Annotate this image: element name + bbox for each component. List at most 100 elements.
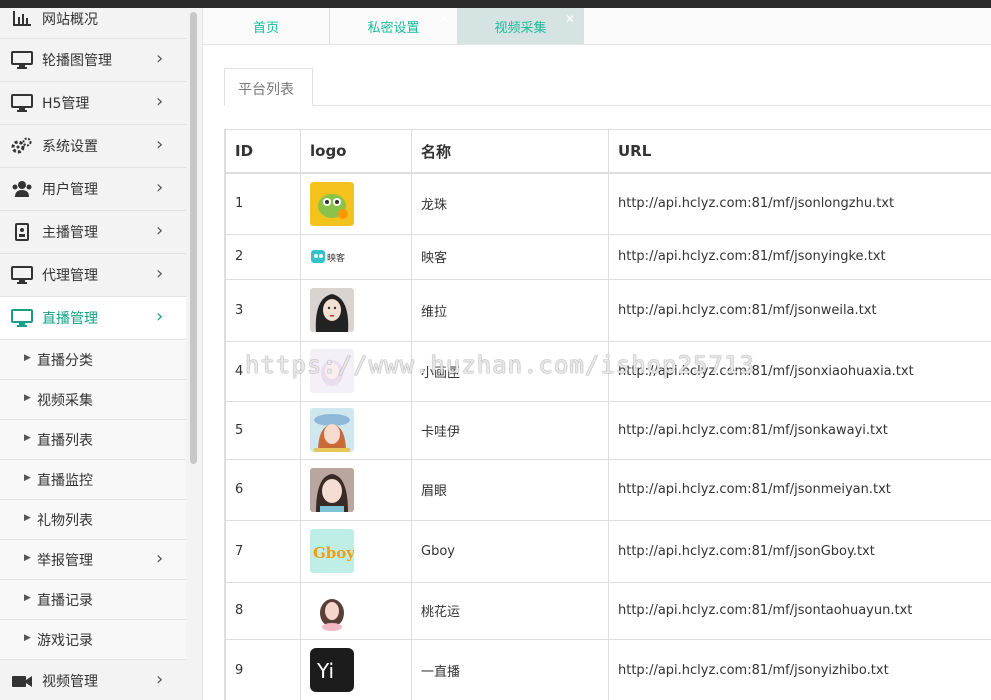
sidebar-item-5[interactable]: 主播管理 › (0, 211, 186, 254)
cell-id: 4 (225, 340, 301, 402)
cell-name: 桃花运 (411, 581, 609, 640)
cell-url: http://api.hclyz.com:81/mf/jsonGboy.txt (608, 519, 991, 583)
platform-table-container: ID logo 名称 URL 1 龙珠 http://api.hclyz.com:8… (224, 129, 991, 700)
sidebar-item-4[interactable]: 用户管理 › (0, 168, 186, 211)
cell-logo: Yi (300, 638, 412, 700)
tab-bar: 首页 私密设置 ✕ 视频采集 ✕ (203, 8, 991, 45)
cell-url: http://api.hclyz.com:81/mf/jsonlongzhu.t… (608, 172, 991, 235)
table-row: 3 维拉 http://api.hclyz.com:81/mf/jsonweila.… (225, 278, 991, 342)
caret-right-icon: ▶ (24, 593, 31, 603)
platform-logo-image (310, 288, 411, 332)
platform-logo-image (310, 181, 411, 226)
platform-logo-image (310, 408, 411, 452)
cell-id: 5 (225, 400, 301, 460)
sidebar-scrollbar[interactable] (186, 8, 203, 700)
chevron-right-icon: › (156, 177, 164, 198)
close-tab-icon[interactable]: ✕ (439, 12, 449, 26)
sidebar-subitem-7[interactable]: ▶ 游戏记录 (0, 620, 186, 660)
tab-label: 私密设置 (367, 21, 420, 36)
scrollbar-thumb[interactable] (190, 12, 197, 464)
users-icon (11, 180, 33, 198)
table-row: 7 Gboy Gboy http://api.hclyz.com:81/mf/json… (225, 519, 991, 583)
monitor-icon (11, 309, 33, 327)
sidebar-item-label: 直播管理 (42, 311, 98, 327)
caret-right-icon: ▶ (24, 473, 31, 483)
platform-logo-image: 映客 (310, 234, 411, 279)
chevron-right-icon: › (156, 263, 164, 284)
monitor-icon (11, 266, 33, 284)
cell-logo (300, 340, 412, 402)
sidebar-subitem-label: 直播分类 (37, 353, 93, 369)
tab-2[interactable]: 视频采集 ✕ (458, 8, 584, 44)
monitor-icon (11, 51, 33, 69)
sidebar-subitem-3[interactable]: ▶ 直播监控 (0, 460, 186, 500)
close-tab-icon[interactable]: ✕ (565, 12, 575, 26)
tab-label: 首页 (252, 21, 279, 36)
tab-1[interactable]: 私密设置 ✕ (330, 8, 458, 44)
table-row: 9 Yi 一直播 http://api.hclyz.com:81/mf/jsonyiz… (225, 638, 991, 700)
sidebar-subitem-0[interactable]: ▶ 直播分类 (0, 340, 186, 380)
cell-url: http://api.hclyz.com:81/mf/jsonweila.txt (608, 278, 991, 342)
platform-table: ID logo 名称 URL 1 龙珠 http://api.hclyz.com:8… (225, 129, 991, 700)
sidebar-subitem-2[interactable]: ▶ 直播列表 (0, 420, 186, 460)
sidebar-subitem-label: 直播记录 (37, 593, 93, 609)
sidebar-item-1[interactable]: 轮播图管理 › (0, 39, 186, 82)
cell-url: http://api.hclyz.com:81/mf/jsonyizhibo.t… (608, 638, 991, 700)
sidebar-subitem-5[interactable]: ▶ 举报管理 › (0, 540, 186, 580)
cell-url: http://api.hclyz.com:81/mf/jsonxiaohuaxi… (608, 340, 991, 402)
cell-name: 眉眼 (411, 458, 609, 521)
caret-right-icon: ▶ (24, 353, 31, 363)
sidebar-item-label: 系统设置 (42, 139, 98, 155)
cell-url: http://api.hclyz.com:81/mf/jsonmeiyan.tx… (608, 458, 991, 521)
chevron-right-icon: › (156, 669, 164, 690)
sidebar-item-label: H5管理 (42, 96, 90, 112)
cell-url: http://api.hclyz.com:81/mf/jsontaohuayun… (608, 581, 991, 640)
column-header-id: ID (225, 129, 301, 174)
cell-logo (300, 458, 412, 521)
cell-name: 维拉 (411, 278, 609, 342)
tab-platform-list[interactable]: 平台列表 (224, 68, 313, 106)
caret-right-icon: ▶ (24, 393, 31, 403)
table-row: 1 龙珠 http://api.hclyz.com:81/mf/jsonlongzh… (225, 172, 991, 235)
cell-name: Gboy (411, 519, 609, 583)
cell-logo: Gboy (300, 519, 412, 583)
cell-id: 2 (225, 233, 301, 280)
sidebar-subitem-4[interactable]: ▶ 礼物列表 (0, 500, 186, 540)
sidebar-item-label: 主播管理 (42, 225, 98, 241)
table-row: 8 桃花运 http://api.hclyz.com:81/mf/jsontaohu… (225, 581, 991, 640)
sidebar-item-3[interactable]: 系统设置 › (0, 125, 186, 168)
cell-id: 6 (225, 458, 301, 521)
bar-chart-icon (11, 9, 33, 27)
cell-name: 一直播 (411, 638, 609, 700)
sidebar-item-0[interactable]: 网站概况 (0, 8, 186, 39)
cell-name: 卡哇伊 (411, 400, 609, 460)
sidebar-item-7[interactable]: 直播管理 › (0, 297, 186, 340)
cell-logo (300, 400, 412, 460)
sidebar-subitem-label: 视频采集 (37, 393, 93, 409)
sidebar-item-label: 轮播图管理 (42, 53, 112, 69)
cell-logo: 映客 (300, 233, 412, 280)
table-row: 6 眉眼 http://api.hclyz.com:81/mf/jsonmeiyan… (225, 458, 991, 521)
sidebar-item-video-manage[interactable]: 视频管理 › (0, 660, 186, 700)
sidebar-subitem-1[interactable]: ▶ 视频采集 (0, 380, 186, 420)
sidebar-subitem-6[interactable]: ▶ 直播记录 (0, 580, 186, 620)
sidebar-item-label: 用户管理 (42, 182, 98, 198)
sidebar-item-6[interactable]: 代理管理 › (0, 254, 186, 297)
sidebar-item-2[interactable]: H5管理 › (0, 82, 186, 125)
table-row: 5 卡哇伊 http://api.hclyz.com:81/mf/jsonkaway… (225, 400, 991, 460)
sidebar-subitem-label: 游戏记录 (37, 633, 93, 649)
chevron-right-icon: › (156, 48, 164, 69)
table-row: 2 映客 映客 http://api.hclyz.com:81/mf/jsonying… (225, 233, 991, 280)
cell-logo (300, 172, 412, 235)
chevron-right-icon: › (156, 548, 164, 569)
svg-text:Gboy: Gboy (313, 544, 354, 562)
monitor-icon (11, 94, 33, 112)
platform-logo-image (310, 349, 411, 393)
chevron-right-icon: › (156, 306, 164, 327)
tab-0[interactable]: 首页 (203, 8, 330, 44)
caret-right-icon: ▶ (24, 553, 31, 563)
sidebar-subitem-label: 直播监控 (37, 473, 93, 489)
app-window: 网站概况 轮播图管理 › H5管理 › 系统设置 › 用户管理 › 主播管理 › 代理管理 › 直播管理 ›… (0, 8, 991, 700)
caret-right-icon: ▶ (24, 433, 31, 443)
sidebar-item-label: 网站概况 (42, 12, 98, 28)
